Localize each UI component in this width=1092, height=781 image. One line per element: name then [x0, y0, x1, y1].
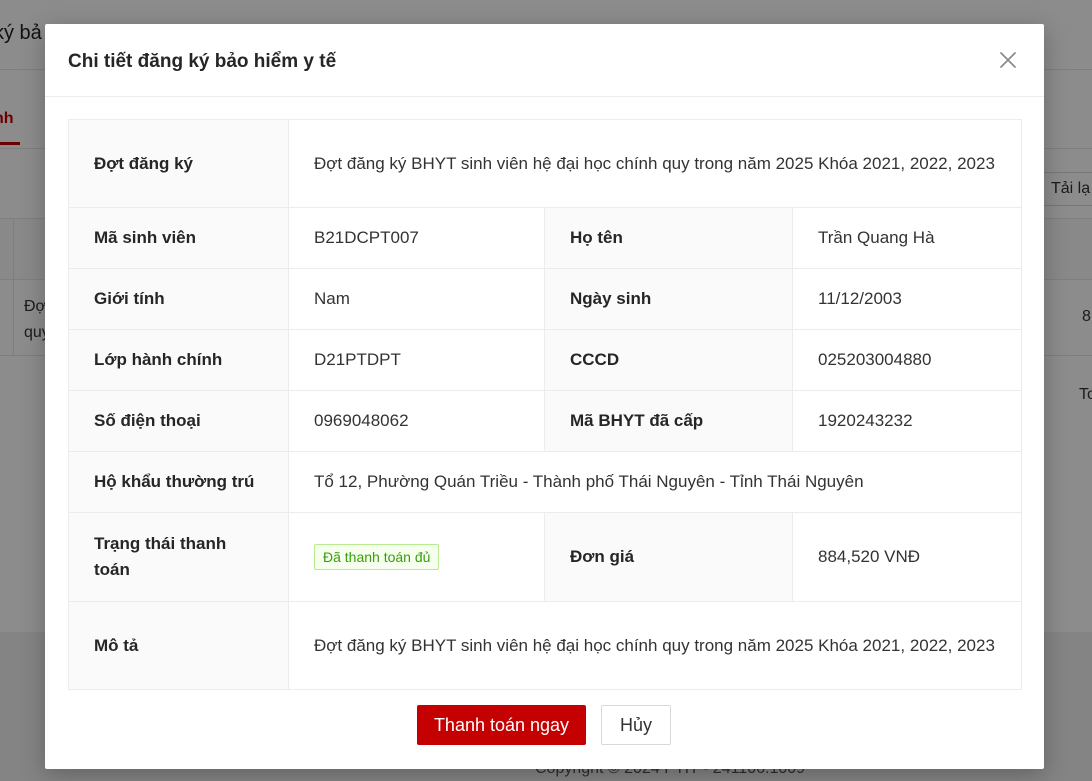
birth-date-value: 11/12/2003	[792, 268, 1022, 330]
cancel-button[interactable]: Hủy	[601, 705, 671, 745]
full-name-label: Họ tên	[544, 207, 793, 269]
unit-price-value: 884,520 VNĐ	[792, 512, 1022, 602]
registration-period-value: Đợt đăng ký BHYT sinh viên hệ đại học ch…	[288, 119, 1022, 208]
description-label: Mô tả	[68, 601, 289, 690]
full-name-value: Trần Quang Hà	[792, 207, 1022, 269]
birth-date-label: Ngày sinh	[544, 268, 793, 330]
payment-status-label: Trạng thái thanh toán	[68, 512, 289, 602]
table-row: Số điện thoại 0969048062 Mã BHYT đã cấp …	[68, 390, 1022, 452]
pay-now-button[interactable]: Thanh toán ngay	[417, 705, 586, 745]
insurance-code-value: 1920243232	[792, 390, 1022, 452]
table-row: Mã sinh viên B21DCPT007 Họ tên Trần Quan…	[68, 207, 1022, 269]
detail-table: Đợt đăng ký Đợt đăng ký BHYT sinh viên h…	[68, 119, 1022, 690]
registration-period-label: Đợt đăng ký	[68, 119, 289, 208]
modal-title: Chi tiết đăng ký bảo hiểm y tế	[68, 51, 337, 72]
admin-class-label: Lớp hành chính	[68, 329, 289, 391]
table-row: Hộ khẩu thường trú Tổ 12, Phường Quán Tr…	[68, 451, 1022, 513]
payment-status-badge: Đã thanh toán đủ	[314, 544, 440, 570]
gender-label: Giới tính	[68, 268, 289, 330]
student-id-label: Mã sinh viên	[68, 207, 289, 269]
phone-value: 0969048062	[288, 390, 545, 452]
insurance-code-label: Mã BHYT đã cấp	[544, 390, 793, 452]
student-id-value: B21DCPT007	[288, 207, 545, 269]
insurance-detail-modal: Chi tiết đăng ký bảo hiểm y tế Đợt đăng …	[45, 24, 1044, 769]
description-value: Đợt đăng ký BHYT sinh viên hệ đại học ch…	[288, 601, 1022, 690]
citizen-id-value: 025203004880	[792, 329, 1022, 391]
admin-class-value: D21PTDPT	[288, 329, 545, 391]
table-row: Mô tả Đợt đăng ký BHYT sinh viên hệ đại …	[68, 601, 1022, 690]
table-row: Lớp hành chính D21PTDPT CCCD 02520300488…	[68, 329, 1022, 391]
payment-status-cell: Đã thanh toán đủ	[288, 512, 545, 602]
table-row: Giới tính Nam Ngày sinh 11/12/2003	[68, 268, 1022, 330]
table-row: Đợt đăng ký Đợt đăng ký BHYT sinh viên h…	[68, 119, 1022, 208]
unit-price-label: Đơn giá	[544, 512, 793, 602]
citizen-id-label: CCCD	[544, 329, 793, 391]
close-icon[interactable]	[998, 50, 1018, 70]
table-row: Trạng thái thanh toán Đã thanh toán đủ Đ…	[68, 512, 1022, 602]
phone-label: Số điện thoại	[68, 390, 289, 452]
gender-value: Nam	[288, 268, 545, 330]
residence-value: Tổ 12, Phường Quán Triều - Thành phố Thá…	[288, 451, 1022, 513]
residence-label: Hộ khẩu thường trú	[68, 451, 289, 513]
modal-header: Chi tiết đăng ký bảo hiểm y tế	[45, 24, 1044, 97]
